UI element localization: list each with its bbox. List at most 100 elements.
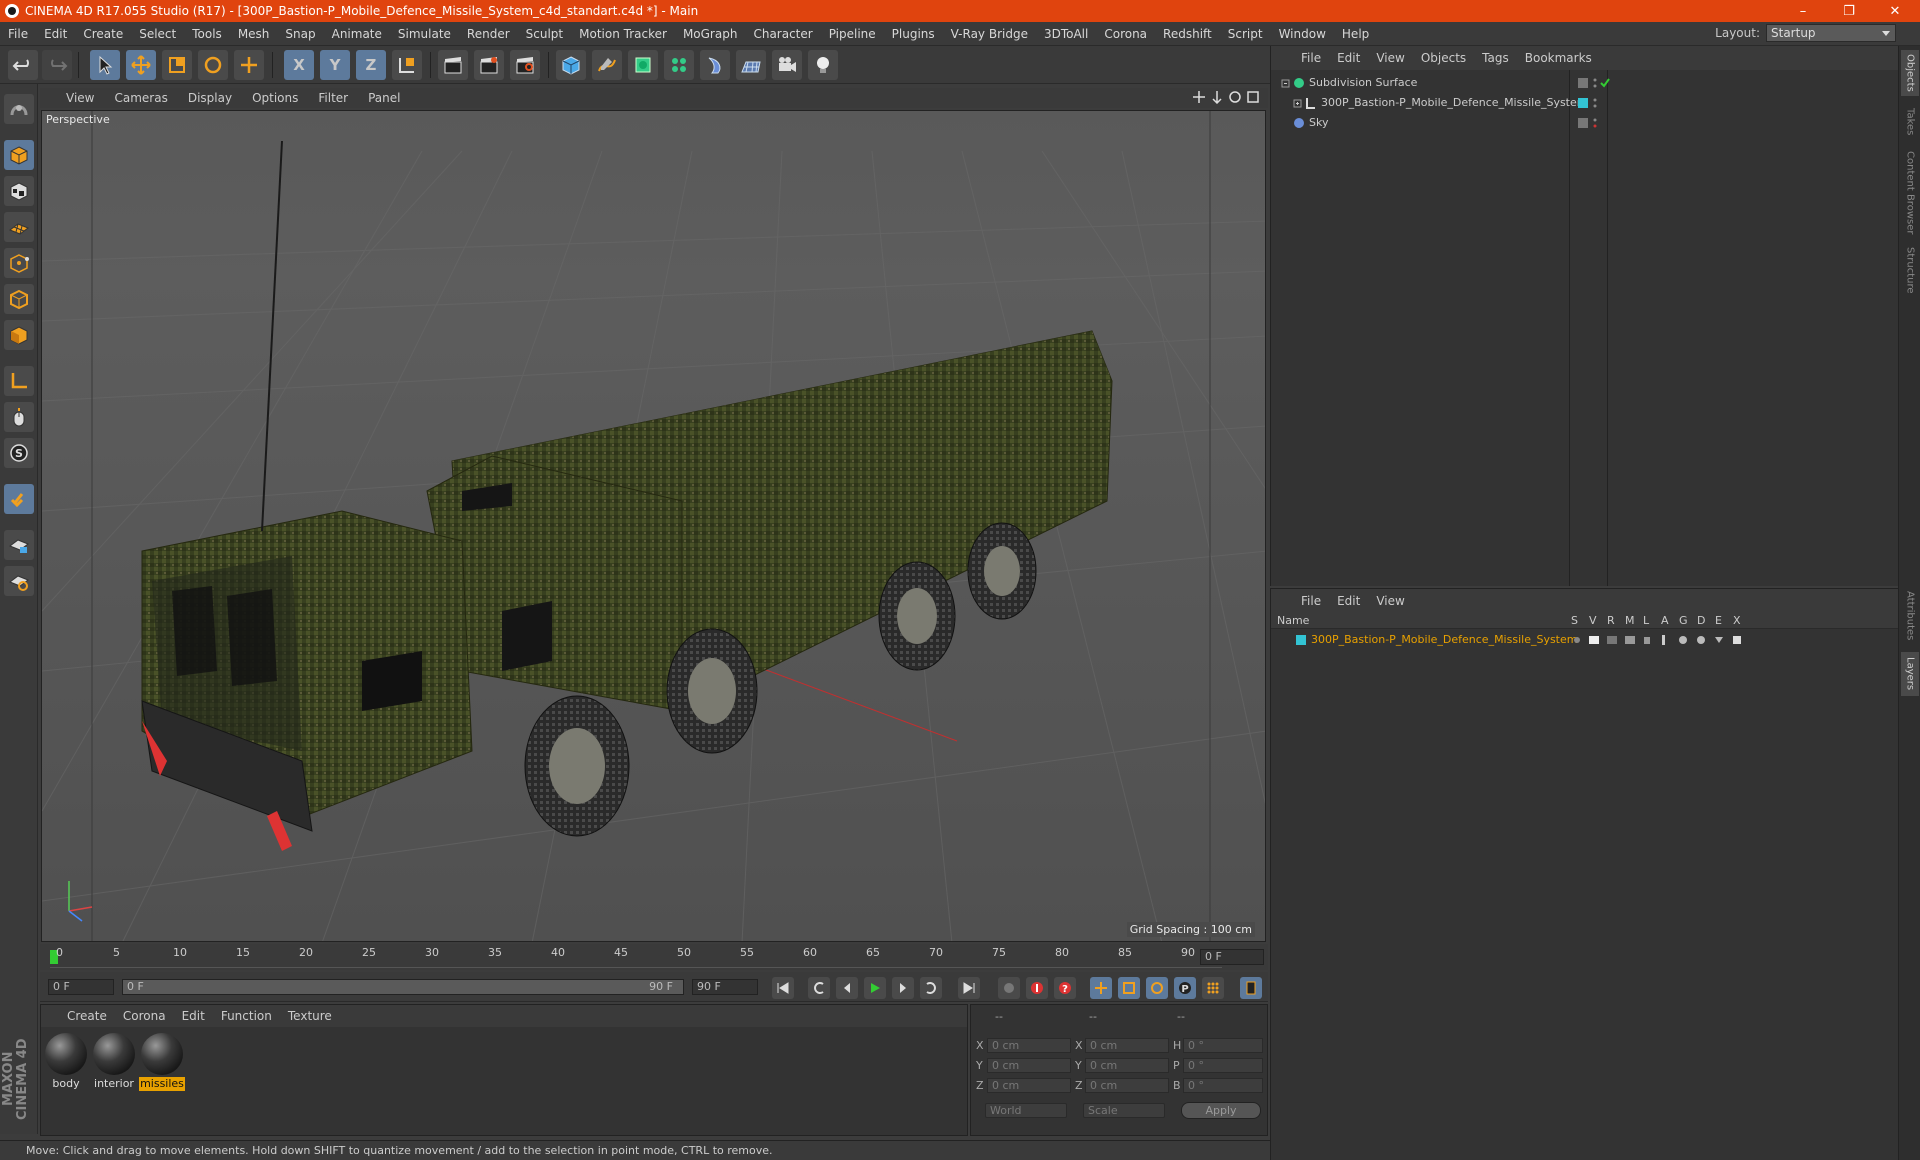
menu-corona[interactable]: Corona bbox=[1096, 22, 1155, 46]
autokeying-button[interactable] bbox=[1026, 977, 1048, 999]
enable-snap-button[interactable] bbox=[4, 484, 34, 514]
render-to-picture-viewer-button[interactable] bbox=[474, 50, 504, 80]
menu-redshift[interactable]: Redshift bbox=[1155, 22, 1220, 46]
material-menu-edit[interactable]: Edit bbox=[174, 1009, 213, 1023]
menu-mesh[interactable]: Mesh bbox=[230, 22, 278, 46]
next-frame-button[interactable] bbox=[892, 977, 914, 999]
texture-mode-button[interactable] bbox=[4, 176, 34, 206]
position-y-field[interactable]: 0 cm bbox=[987, 1058, 1071, 1073]
material-menu-function[interactable]: Function bbox=[213, 1009, 280, 1023]
menu-simulate[interactable]: Simulate bbox=[390, 22, 459, 46]
menu-motion-tracker[interactable]: Motion Tracker bbox=[571, 22, 675, 46]
frame-range-slider[interactable]: 0 F 90 F bbox=[122, 979, 684, 995]
layer-dot-icon[interactable] bbox=[1577, 117, 1589, 129]
points-mode-button[interactable] bbox=[4, 248, 34, 278]
rotation-b-field[interactable]: 0 ° bbox=[1183, 1078, 1263, 1093]
add-camera-button[interactable] bbox=[772, 50, 802, 80]
tab-takes[interactable]: Takes bbox=[1901, 102, 1919, 142]
parameter-key-toggle[interactable]: P bbox=[1174, 977, 1196, 999]
minimize-button[interactable]: – bbox=[1780, 0, 1826, 22]
menu-animate[interactable]: Animate bbox=[324, 22, 390, 46]
material-swatch-body[interactable]: body bbox=[43, 1031, 89, 1091]
scale-key-toggle[interactable] bbox=[1118, 977, 1140, 999]
render-settings-button[interactable] bbox=[510, 50, 540, 80]
material-menu-create[interactable]: Create bbox=[59, 1009, 115, 1023]
position-x-field[interactable]: 0 cm bbox=[987, 1038, 1071, 1053]
timeline-ruler[interactable]: 0 5 10 15 20 25 30 35 40 45 50 55 60 65 … bbox=[40, 944, 1268, 970]
maximize-view-icon[interactable] bbox=[1246, 90, 1260, 104]
record-keys-button[interactable] bbox=[998, 977, 1020, 999]
layer-flag-icons[interactable] bbox=[1573, 634, 1753, 646]
coordinate-space-dropdown[interactable]: World bbox=[985, 1103, 1067, 1118]
previous-frame-button[interactable] bbox=[836, 977, 858, 999]
close-button[interactable]: ✕ bbox=[1872, 0, 1918, 22]
menu-pipeline[interactable]: Pipeline bbox=[821, 22, 884, 46]
add-spline-button[interactable] bbox=[592, 50, 622, 80]
viewport-menu-display[interactable]: Display bbox=[178, 91, 242, 105]
layers-menu-edit[interactable]: Edit bbox=[1329, 594, 1368, 608]
rotate-tool-button[interactable] bbox=[198, 50, 228, 80]
size-z-field[interactable]: 0 cm bbox=[1085, 1078, 1169, 1093]
viewport-menu-view[interactable]: View bbox=[40, 91, 104, 105]
pan-icon[interactable] bbox=[1192, 90, 1206, 104]
layer-row-missile-system[interactable]: 300P_Bastion-P_Mobile_Defence_Missile_Sy… bbox=[1275, 631, 1895, 649]
rotation-p-field[interactable]: 0 ° bbox=[1183, 1058, 1263, 1073]
tweak-mode-button[interactable] bbox=[4, 402, 34, 432]
menu-snap[interactable]: Snap bbox=[277, 22, 323, 46]
timeline-window-button[interactable] bbox=[1240, 977, 1262, 999]
viewport-menu-filter[interactable]: Filter bbox=[308, 91, 358, 105]
rotation-h-field[interactable]: 0 ° bbox=[1183, 1038, 1263, 1053]
recent-tool-button[interactable] bbox=[234, 50, 264, 80]
tree-collapse-icon[interactable] bbox=[1281, 77, 1291, 89]
tree-expand-icon[interactable] bbox=[1293, 97, 1303, 109]
orbit-icon[interactable] bbox=[1228, 90, 1242, 104]
menu-vray-bridge[interactable]: V-Ray Bridge bbox=[943, 22, 1036, 46]
menu-help[interactable]: Help bbox=[1334, 22, 1377, 46]
objects-menu-view[interactable]: View bbox=[1368, 51, 1412, 65]
size-mode-dropdown[interactable]: Scale bbox=[1083, 1103, 1165, 1118]
tab-objects[interactable]: Objects bbox=[1901, 50, 1919, 96]
menu-file[interactable]: File bbox=[0, 22, 36, 46]
live-selection-tool-button[interactable] bbox=[90, 50, 120, 80]
enabled-check-icon[interactable] bbox=[1599, 77, 1611, 89]
point-level-key-toggle[interactable] bbox=[1202, 977, 1224, 999]
planar-workplane-button[interactable] bbox=[4, 566, 34, 596]
objects-menu-edit[interactable]: Edit bbox=[1329, 51, 1368, 65]
model-mode-button[interactable] bbox=[4, 140, 34, 170]
next-key-button[interactable] bbox=[920, 977, 942, 999]
menu-create[interactable]: Create bbox=[75, 22, 131, 46]
viewport-menu-cameras[interactable]: Cameras bbox=[104, 91, 177, 105]
start-frame-field[interactable]: 0 F bbox=[48, 979, 114, 995]
scale-tool-button[interactable] bbox=[162, 50, 192, 80]
menu-mograph[interactable]: MoGraph bbox=[675, 22, 746, 46]
axis-mode-button[interactable] bbox=[4, 366, 34, 396]
menu-plugins[interactable]: Plugins bbox=[884, 22, 943, 46]
zoom-icon[interactable] bbox=[1210, 90, 1224, 104]
edges-mode-button[interactable] bbox=[4, 284, 34, 314]
move-tool-button[interactable] bbox=[126, 50, 156, 80]
layer-dot-icon[interactable] bbox=[1577, 77, 1589, 89]
tab-layers[interactable]: Layers bbox=[1901, 652, 1919, 696]
z-axis-lock-button[interactable]: Z bbox=[356, 50, 386, 80]
x-axis-lock-button[interactable]: X bbox=[284, 50, 314, 80]
current-frame-field[interactable]: 0 F bbox=[1200, 949, 1264, 965]
add-light-button[interactable] bbox=[808, 50, 838, 80]
go-to-start-button[interactable] bbox=[772, 977, 794, 999]
add-environment-button[interactable] bbox=[736, 50, 766, 80]
rotation-key-toggle[interactable] bbox=[1146, 977, 1168, 999]
object-row-missile-system[interactable]: 300P_Bastion-P_Mobile_Defence_Missile_Sy… bbox=[1275, 94, 1895, 112]
menu-character[interactable]: Character bbox=[745, 22, 820, 46]
layer-color-swatch-icon[interactable] bbox=[1295, 634, 1307, 646]
menu-window[interactable]: Window bbox=[1271, 22, 1334, 46]
menu-render[interactable]: Render bbox=[459, 22, 518, 46]
make-editable-button[interactable] bbox=[4, 94, 34, 124]
go-to-end-button[interactable] bbox=[958, 977, 980, 999]
size-y-field[interactable]: 0 cm bbox=[1085, 1058, 1169, 1073]
menu-script[interactable]: Script bbox=[1220, 22, 1271, 46]
visibility-dots-red-icon[interactable] bbox=[1591, 117, 1599, 129]
objects-menu-objects[interactable]: Objects bbox=[1413, 51, 1474, 65]
snapping-button[interactable]: S bbox=[4, 438, 34, 468]
end-frame-field[interactable]: 90 F bbox=[692, 979, 758, 995]
viewport-menu-panel[interactable]: Panel bbox=[358, 91, 410, 105]
play-forward-button[interactable] bbox=[864, 977, 886, 999]
